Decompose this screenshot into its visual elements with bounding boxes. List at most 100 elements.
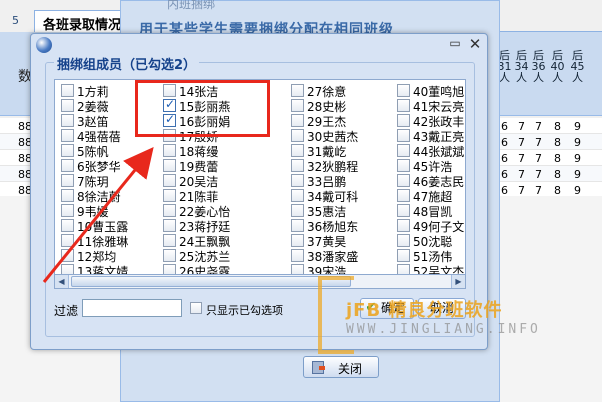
- member-item[interactable]: 43戴正亮: [397, 127, 465, 143]
- member-item[interactable]: 40董鸣旭: [397, 82, 465, 98]
- member-item[interactable]: 46姜志民: [397, 172, 465, 188]
- member-checkbox[interactable]: [397, 144, 410, 157]
- member-checkbox[interactable]: [163, 219, 176, 232]
- member-checkbox[interactable]: [291, 99, 304, 112]
- member-checkbox[interactable]: [397, 129, 410, 142]
- member-item[interactable]: 24王飘飘: [163, 232, 279, 248]
- member-checkbox[interactable]: [61, 159, 74, 172]
- member-checkbox[interactable]: [291, 234, 304, 247]
- member-item[interactable]: 34戴可科: [291, 187, 407, 203]
- member-checkbox[interactable]: [61, 249, 74, 262]
- member-item[interactable]: 20吴洁: [163, 172, 279, 188]
- only-checked-checkbox[interactable]: [190, 302, 202, 314]
- member-checkbox[interactable]: [397, 234, 410, 247]
- member-checkbox[interactable]: [61, 144, 74, 157]
- member-checkbox[interactable]: [61, 189, 74, 202]
- member-checkbox[interactable]: [397, 249, 410, 262]
- member-checkbox[interactable]: [61, 114, 74, 127]
- member-item[interactable]: 42张政丰: [397, 112, 465, 128]
- member-item[interactable]: 12郑均: [61, 247, 177, 263]
- member-item[interactable]: 52吴文杰: [397, 262, 465, 274]
- member-item[interactable]: 35惠洁: [291, 202, 407, 218]
- member-checkbox[interactable]: [163, 129, 176, 142]
- member-item[interactable]: 13蒋文婧: [61, 262, 177, 274]
- member-item[interactable]: 37黄昊: [291, 232, 407, 248]
- member-item[interactable]: 27徐意: [291, 82, 407, 98]
- member-item[interactable]: 28史彬: [291, 97, 407, 113]
- member-item[interactable]: 18蒋缦: [163, 142, 279, 158]
- member-checkbox[interactable]: [291, 159, 304, 172]
- member-checkbox[interactable]: [163, 204, 176, 217]
- member-checkbox-checked[interactable]: [163, 97, 176, 112]
- member-checkbox[interactable]: [163, 174, 176, 187]
- member-item[interactable]: 6张梦华: [61, 157, 177, 173]
- member-item[interactable]: 51汤伟: [397, 247, 465, 263]
- member-checkbox[interactable]: [163, 159, 176, 172]
- member-item[interactable]: 33吕鹏: [291, 172, 407, 188]
- close-button[interactable]: 关闭: [303, 356, 379, 378]
- member-checkbox[interactable]: [163, 234, 176, 247]
- member-checkbox[interactable]: [163, 84, 176, 97]
- member-checkbox[interactable]: [291, 144, 304, 157]
- maximize-icon[interactable]: ▭: [447, 36, 463, 52]
- close-icon[interactable]: ✕: [467, 35, 483, 53]
- member-item[interactable]: 45许浩: [397, 157, 465, 173]
- member-checkbox[interactable]: [291, 249, 304, 262]
- member-item[interactable]: 36杨旭东: [291, 217, 407, 233]
- member-item[interactable]: 25沈苏兰: [163, 247, 279, 263]
- member-item[interactable]: 14张洁: [163, 82, 279, 98]
- member-checkbox[interactable]: [397, 159, 410, 172]
- member-checkbox[interactable]: [397, 264, 410, 274]
- member-item[interactable]: 32狄鹏程: [291, 157, 407, 173]
- filter-input[interactable]: [82, 299, 182, 317]
- member-item[interactable]: 5陈帆: [61, 142, 177, 158]
- member-checkbox[interactable]: [291, 174, 304, 187]
- member-item[interactable]: 39宋浩: [291, 262, 407, 274]
- member-checkbox-checked[interactable]: [163, 112, 176, 127]
- member-item[interactable]: 50沈聪: [397, 232, 465, 248]
- background-tab[interactable]: 各班录取情况: [34, 10, 130, 33]
- member-checkbox[interactable]: [291, 129, 304, 142]
- member-item[interactable]: 4强蓓蓓: [61, 127, 177, 143]
- member-item[interactable]: 41宋云亮: [397, 97, 465, 113]
- member-item[interactable]: 49何子文: [397, 217, 465, 233]
- member-checkbox[interactable]: [397, 204, 410, 217]
- scroll-right-icon[interactable]: ▶: [451, 275, 465, 288]
- member-item[interactable]: 26史尧露: [163, 262, 279, 274]
- member-item[interactable]: 23蒋抒廷: [163, 217, 279, 233]
- member-checkbox[interactable]: [291, 114, 304, 127]
- member-checkbox[interactable]: [163, 249, 176, 262]
- member-checkbox[interactable]: [61, 219, 74, 232]
- member-checkbox[interactable]: [61, 204, 74, 217]
- member-checkbox[interactable]: [61, 174, 74, 187]
- member-checkbox[interactable]: [397, 219, 410, 232]
- member-item[interactable]: 30史茜杰: [291, 127, 407, 143]
- member-item[interactable]: 1方莉: [61, 82, 177, 98]
- member-item[interactable]: 44张斌斌: [397, 142, 465, 158]
- member-checkbox[interactable]: [61, 129, 74, 142]
- member-checkbox[interactable]: [397, 84, 410, 97]
- member-item[interactable]: 7陈玥: [61, 172, 177, 188]
- member-checkbox[interactable]: [397, 189, 410, 202]
- member-checkbox[interactable]: [291, 189, 304, 202]
- member-checkbox[interactable]: [163, 189, 176, 202]
- member-item[interactable]: 2姜薇: [61, 97, 177, 113]
- member-item[interactable]: 8徐洁蔚: [61, 187, 177, 203]
- member-checkbox[interactable]: [61, 84, 74, 97]
- member-checkbox[interactable]: [163, 264, 176, 274]
- member-item[interactable]: 3赵笛: [61, 112, 177, 128]
- scroll-thumb[interactable]: [71, 276, 351, 287]
- horizontal-scrollbar[interactable]: ◀ ▶: [54, 275, 466, 289]
- member-item[interactable]: 16彭丽娟: [163, 112, 279, 128]
- member-item[interactable]: 10曹玉露: [61, 217, 177, 233]
- scroll-left-icon[interactable]: ◀: [55, 275, 69, 288]
- member-item[interactable]: 31戴屹: [291, 142, 407, 158]
- member-item[interactable]: 19费蕾: [163, 157, 279, 173]
- member-item[interactable]: 17殷娇: [163, 127, 279, 143]
- member-checkbox[interactable]: [397, 114, 410, 127]
- member-checkbox[interactable]: [61, 264, 74, 274]
- member-checkbox[interactable]: [61, 99, 74, 112]
- member-checkbox[interactable]: [61, 234, 74, 247]
- member-checkbox[interactable]: [291, 219, 304, 232]
- member-checkbox[interactable]: [291, 264, 304, 274]
